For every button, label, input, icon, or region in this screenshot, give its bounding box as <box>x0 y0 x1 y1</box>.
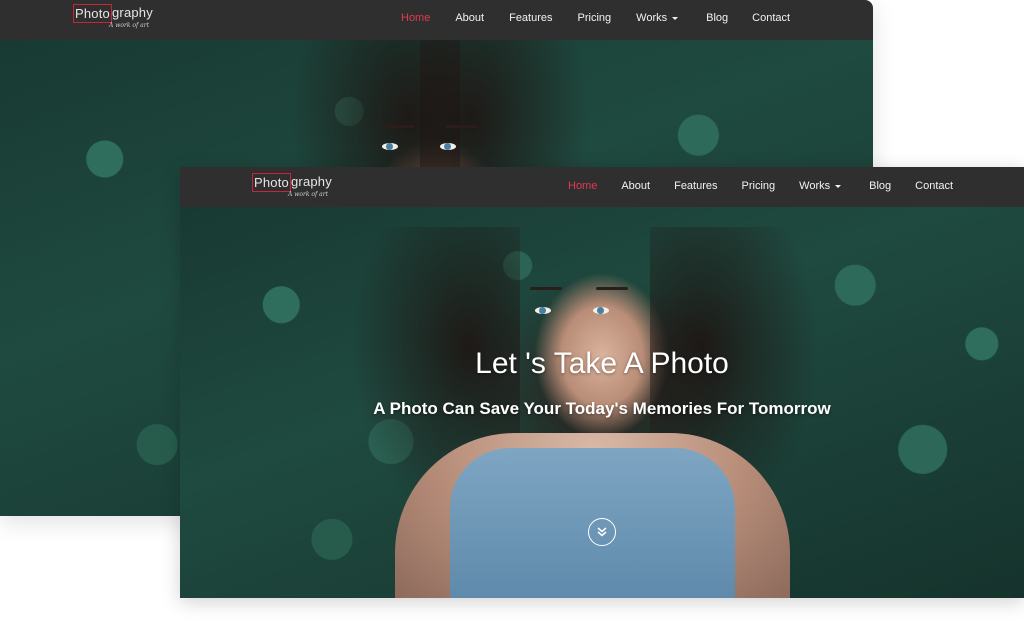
nav-works-label: Works <box>636 12 668 24</box>
nav-about[interactable]: About <box>455 12 484 24</box>
nav-features[interactable]: Features <box>674 180 717 192</box>
brow-left <box>530 287 562 290</box>
main-menu: Home About Features Pricing Works Blog C… <box>568 167 953 205</box>
nav-blog[interactable]: Blog <box>869 180 891 192</box>
logo-part2: graphy <box>290 174 332 189</box>
hero-section: Let 's Take A Photo A Photo Can Save You… <box>180 207 1024 598</box>
eye-left <box>382 143 398 150</box>
scroll-down-button[interactable] <box>588 518 616 546</box>
logo[interactable]: Photo graphy A work of art <box>73 4 153 29</box>
logo-tagline: A work of art <box>288 191 328 198</box>
navbar: Photo graphy A work of art Home About Fe… <box>0 0 873 40</box>
logo-tagline: A work of art <box>109 22 149 29</box>
nav-pricing[interactable]: Pricing <box>578 12 612 24</box>
main-menu: Home About Features Pricing Works Blog C… <box>401 0 790 36</box>
front-screenshot: Let 's Take A Photo A Photo Can Save You… <box>180 167 1024 598</box>
nav-home[interactable]: Home <box>568 180 597 192</box>
eyes <box>382 143 456 151</box>
brow-right <box>445 125 477 128</box>
nav-features[interactable]: Features <box>509 12 552 24</box>
nav-blog[interactable]: Blog <box>706 12 728 24</box>
nav-pricing[interactable]: Pricing <box>742 180 776 192</box>
hero-title: Let 's Take A Photo <box>475 347 729 380</box>
brow-right <box>596 287 628 290</box>
eyes <box>535 307 609 315</box>
caret-down-icon <box>835 184 842 188</box>
hero-subtitle: A Photo Can Save Your Today's Memories F… <box>373 399 831 418</box>
chevron-double-down-icon <box>597 527 607 537</box>
nav-home[interactable]: Home <box>401 12 430 24</box>
nav-works[interactable]: Works <box>636 12 679 24</box>
nav-works[interactable]: Works <box>799 180 842 192</box>
brow-left <box>382 125 414 128</box>
logo-part1: Photo <box>252 173 291 192</box>
caret-down-icon <box>672 16 679 20</box>
nav-contact[interactable]: Contact <box>752 12 790 24</box>
logo-part1: Photo <box>73 4 112 23</box>
nav-works-label: Works <box>799 180 831 192</box>
eye-right <box>593 307 609 314</box>
showcase-stage: Photo graphy A work of art Home About Fe… <box>0 0 1024 621</box>
logo-part2: graphy <box>111 5 153 20</box>
navbar: Photo graphy A work of art Home About Fe… <box>180 167 1024 207</box>
logo[interactable]: Photo graphy A work of art <box>252 173 332 198</box>
nav-contact[interactable]: Contact <box>915 180 953 192</box>
eye-right <box>440 143 456 150</box>
nav-about[interactable]: About <box>621 180 650 192</box>
eye-left <box>535 307 551 314</box>
